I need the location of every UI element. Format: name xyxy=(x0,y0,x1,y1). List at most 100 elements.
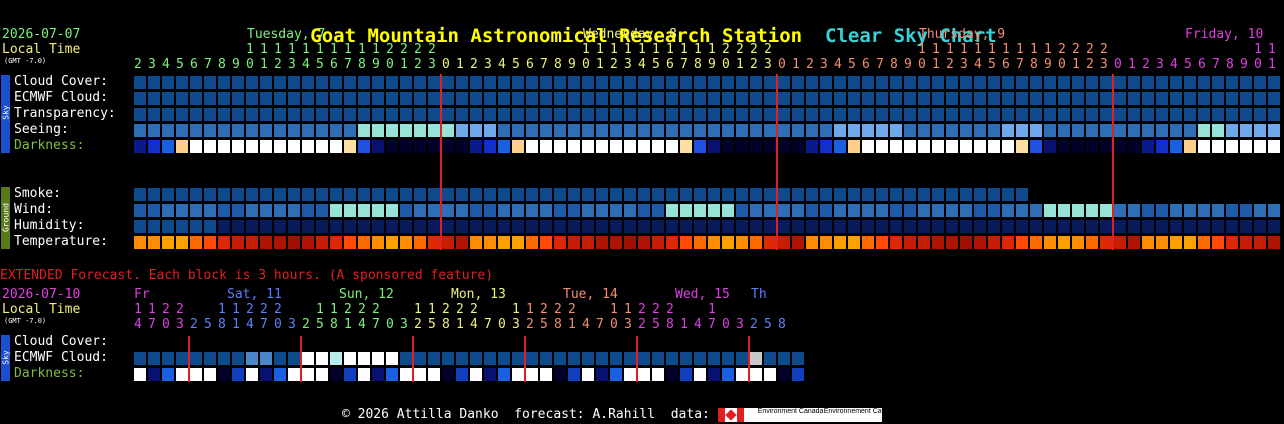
hour-tens: 2 xyxy=(736,42,744,57)
seeing-cell xyxy=(1268,124,1280,137)
sky-cell xyxy=(1198,108,1210,121)
wind-cell xyxy=(722,204,734,217)
extended-hour-tens: 2 xyxy=(442,302,450,317)
wind-cell xyxy=(246,204,258,217)
wind-cell xyxy=(736,204,748,217)
hour-unit: 5 xyxy=(176,57,184,72)
hour-unit: 2 xyxy=(946,57,954,72)
wind-cell xyxy=(988,204,1000,217)
sky-cell xyxy=(302,108,314,121)
sky-cell xyxy=(218,108,230,121)
sky-cell xyxy=(1226,108,1238,121)
hour-unit: 2 xyxy=(610,57,618,72)
hour-unit: 1 xyxy=(456,57,464,72)
darkness-cell xyxy=(1268,140,1280,153)
hour-tens: 2 xyxy=(1058,42,1066,57)
smoke-cell xyxy=(190,188,202,201)
seeing-cell xyxy=(302,124,314,137)
smoke-cell xyxy=(512,188,524,201)
smoke-cell xyxy=(148,188,160,201)
temperature-cell xyxy=(708,236,720,249)
sky-cell xyxy=(148,108,160,121)
smoke-cell xyxy=(820,188,832,201)
smoke-cell xyxy=(554,188,566,201)
sky-cell xyxy=(1100,92,1112,105)
sky-cell xyxy=(596,108,608,121)
temperature-cell xyxy=(1128,236,1140,249)
extended-hour-unit: 2 xyxy=(526,317,534,332)
sky-cell xyxy=(876,76,888,89)
darkness-cell xyxy=(862,140,874,153)
extended-darkness-cell xyxy=(218,368,230,381)
smoke-cell xyxy=(890,188,902,201)
sky-cell xyxy=(1002,92,1014,105)
seeing-cell xyxy=(1198,124,1210,137)
row-label: Wind: xyxy=(14,202,54,217)
smoke-cell xyxy=(960,188,972,201)
day-header: Friday, 10 xyxy=(1185,27,1264,42)
extended-hour-unit: 3 xyxy=(736,317,744,332)
temperature-cell xyxy=(736,236,748,249)
extended-darkness-cell xyxy=(470,368,482,381)
seeing-cell xyxy=(274,124,286,137)
extended-hour-tens: 1 xyxy=(330,302,338,317)
temperature-cell xyxy=(596,236,608,249)
sky-cell xyxy=(344,76,356,89)
smoke-cell xyxy=(134,188,146,201)
sky-cell xyxy=(470,108,482,121)
extended-ecmwf-cell xyxy=(358,352,370,365)
seeing-cell xyxy=(400,124,412,137)
extended-ecmwf-cell xyxy=(344,352,356,365)
sky-cell xyxy=(1114,108,1126,121)
hour-tens: 1 xyxy=(652,42,660,57)
seeing-cell xyxy=(554,124,566,137)
sky-cell xyxy=(148,92,160,105)
humidity-cell xyxy=(1226,220,1238,233)
extended-hour-unit: 3 xyxy=(624,317,632,332)
extended-hour-tens: 1 xyxy=(148,302,156,317)
darkness-cell xyxy=(918,140,930,153)
extended-ecmwf-cell xyxy=(792,352,804,365)
darkness-cell xyxy=(1072,140,1084,153)
sky-cell xyxy=(372,92,384,105)
temperature-cell xyxy=(890,236,902,249)
humidity-cell xyxy=(246,220,258,233)
darkness-cell xyxy=(1002,140,1014,153)
temperature-cell xyxy=(1142,236,1154,249)
darkness-cell xyxy=(540,140,552,153)
sky-cell xyxy=(1268,108,1280,121)
extended-row-label: Darkness: xyxy=(14,366,85,381)
sky-cell xyxy=(274,92,286,105)
smoke-cell xyxy=(750,188,762,201)
extended-hour-tens: 1 xyxy=(708,302,716,317)
seeing-cell xyxy=(246,124,258,137)
hour-unit: 2 xyxy=(1086,57,1094,72)
darkness-cell xyxy=(624,140,636,153)
extended-ecmwf-cell xyxy=(414,352,426,365)
wind-cell xyxy=(344,204,356,217)
seeing-cell xyxy=(1156,124,1168,137)
footer: © 2026 Attilla Danko forecast: A.Rahill … xyxy=(342,407,897,423)
sky-cell xyxy=(512,92,524,105)
darkness-cell xyxy=(876,140,888,153)
sky-cell xyxy=(358,108,370,121)
wind-cell xyxy=(554,204,566,217)
sky-cell xyxy=(974,76,986,89)
smoke-cell xyxy=(456,188,468,201)
hour-tens: 1 xyxy=(302,42,310,57)
wind-cell xyxy=(1142,204,1154,217)
darkness-cell xyxy=(736,140,748,153)
sky-cell xyxy=(708,76,720,89)
footer-text: © 2026 Attilla Danko forecast: A.Rahill … xyxy=(342,407,710,422)
hour-tens: 1 xyxy=(1030,42,1038,57)
smoke-cell xyxy=(428,188,440,201)
humidity-cell xyxy=(778,220,790,233)
sky-cell xyxy=(1240,92,1252,105)
sky-cell xyxy=(792,108,804,121)
sky-cell xyxy=(918,76,930,89)
extended-ecmwf-cell xyxy=(722,352,734,365)
sky-cell xyxy=(722,92,734,105)
smoke-cell xyxy=(974,188,986,201)
humidity-cell xyxy=(218,220,230,233)
sky-cell xyxy=(414,76,426,89)
